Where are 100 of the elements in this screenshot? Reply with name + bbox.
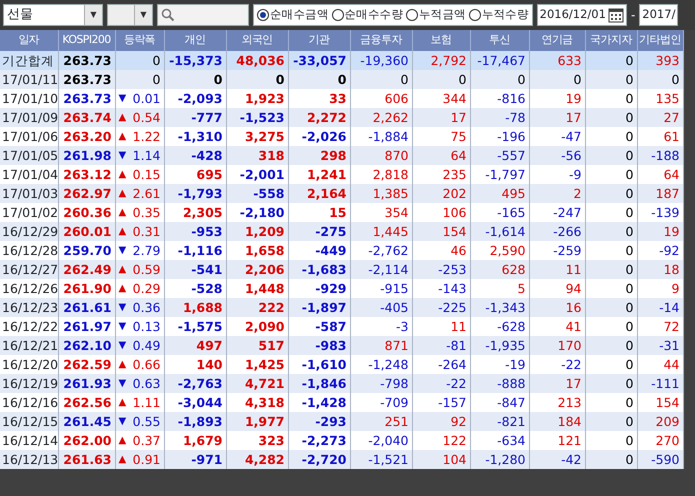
- triangle-icon: ▲: [118, 108, 126, 126]
- column-header[interactable]: 보험: [412, 30, 470, 51]
- value-cell: -188: [637, 146, 683, 165]
- change-value: 0.01: [132, 90, 160, 108]
- value-cell: -558: [226, 184, 288, 203]
- change-value: 0.35: [132, 204, 160, 222]
- triangle-icon: ▲: [118, 450, 126, 468]
- value-cell: -798: [350, 374, 412, 393]
- value-cell: -19,360: [350, 51, 412, 70]
- value-cell: 0: [350, 70, 412, 89]
- radio-option[interactable]: 순매수수량: [332, 6, 404, 24]
- value-cell: 64: [412, 146, 470, 165]
- column-header[interactable]: KOSPI200: [58, 30, 115, 51]
- value-cell: 27: [637, 108, 683, 127]
- value-cell: 0: [585, 184, 637, 203]
- value-cell: 393: [637, 51, 683, 70]
- radio-option[interactable]: 누적금액: [406, 6, 466, 24]
- market-select[interactable]: 선물 ▼: [3, 4, 103, 26]
- change-value: 0.49: [132, 336, 160, 354]
- value-cell: 870: [350, 146, 412, 165]
- value-cell: -1,614: [470, 222, 529, 241]
- index-cell: 261.61: [58, 298, 115, 317]
- value-cell: -33,057: [288, 51, 350, 70]
- column-header[interactable]: 기타법인: [637, 30, 683, 51]
- change-value: 0: [152, 70, 160, 88]
- value-cell: 1,385: [350, 184, 412, 203]
- value-cell: 16: [529, 298, 585, 317]
- value-cell: 0: [585, 146, 637, 165]
- index-cell: 261.98: [58, 146, 115, 165]
- value-cell: 222: [226, 298, 288, 317]
- value-cell: 0: [585, 108, 637, 127]
- change-value: 0.59: [132, 260, 160, 278]
- value-cell: 0: [585, 450, 637, 469]
- end-date-field[interactable]: 2017/: [639, 4, 678, 26]
- date-cell: 16/12/13: [0, 450, 58, 469]
- value-cell: -78: [470, 108, 529, 127]
- value-cell: 184: [529, 412, 585, 431]
- date-cell: 16/12/23: [0, 298, 58, 317]
- date-cell: 17/01/11: [0, 70, 58, 89]
- change-value: 0.55: [132, 412, 160, 430]
- date-cell: 기간합계: [0, 51, 58, 70]
- column-header[interactable]: 개인: [164, 30, 226, 51]
- value-cell: -1,280: [470, 450, 529, 469]
- search-field[interactable]: [157, 4, 249, 26]
- value-cell: -557: [470, 146, 529, 165]
- index-cell: 261.93: [58, 374, 115, 393]
- dropdown-button[interactable]: ▼: [84, 5, 102, 25]
- value-cell: 495: [470, 184, 529, 203]
- value-cell: -22: [412, 374, 470, 393]
- column-header[interactable]: 국가지자: [585, 30, 637, 51]
- date-cell: 16/12/19: [0, 374, 58, 393]
- value-cell: 4,282: [226, 450, 288, 469]
- value-cell: -1,683: [288, 260, 350, 279]
- column-header[interactable]: 외국인: [226, 30, 288, 51]
- change-value: 1.11: [132, 394, 160, 412]
- dropdown-button[interactable]: ▼: [134, 5, 152, 25]
- column-header[interactable]: 연기금: [529, 30, 585, 51]
- symbol-select[interactable]: ▼: [107, 4, 153, 26]
- radio-option[interactable]: 순매수금액: [257, 6, 329, 24]
- value-cell: 1,977: [226, 412, 288, 431]
- value-cell: 2,206: [226, 260, 288, 279]
- triangle-icon: ▲: [118, 394, 126, 412]
- value-cell: -1,935: [470, 336, 529, 355]
- column-header[interactable]: 기관: [288, 30, 350, 51]
- change-value: 0.63: [132, 374, 160, 392]
- triangle-icon: ▼: [118, 412, 126, 430]
- column-header[interactable]: 일자: [0, 30, 58, 51]
- triangle-icon: ▲: [118, 222, 126, 240]
- value-cell: 1,445: [350, 222, 412, 241]
- value-cell: -2,720: [288, 450, 350, 469]
- value-cell: 497: [164, 336, 226, 355]
- value-cell: -983: [288, 336, 350, 355]
- index-cell: 263.73: [58, 51, 115, 70]
- value-cell: -31: [637, 336, 683, 355]
- triangle-icon: ▼: [118, 298, 126, 316]
- value-cell: 11: [529, 260, 585, 279]
- value-cell: -56: [529, 146, 585, 165]
- value-cell: 104: [412, 450, 470, 469]
- value-cell: 633: [529, 51, 585, 70]
- column-header[interactable]: 금융투자: [350, 30, 412, 51]
- value-cell: 19: [637, 222, 683, 241]
- radio-option[interactable]: 누적수량: [468, 6, 529, 24]
- value-cell: 251: [350, 412, 412, 431]
- triangle-icon: ▼: [118, 146, 126, 164]
- change-value: 0: [152, 52, 160, 70]
- value-cell: 0: [164, 70, 226, 89]
- column-header[interactable]: 투신: [470, 30, 529, 51]
- change-value: 0.54: [132, 108, 160, 126]
- calendar-icon[interactable]: [608, 6, 624, 24]
- change-value: 0.15: [132, 166, 160, 184]
- index-cell: 260.01: [58, 222, 115, 241]
- index-cell: 263.73: [58, 70, 115, 89]
- triangle-icon: ▼: [118, 242, 126, 260]
- start-date-field[interactable]: 2016/12/01: [536, 4, 627, 26]
- value-cell: 0: [585, 336, 637, 355]
- change-value: 0.29: [132, 280, 160, 298]
- column-header[interactable]: 등락폭: [115, 30, 164, 51]
- search-icon[interactable]: [161, 8, 175, 22]
- value-cell: 1,209: [226, 222, 288, 241]
- value-cell: -971: [164, 450, 226, 469]
